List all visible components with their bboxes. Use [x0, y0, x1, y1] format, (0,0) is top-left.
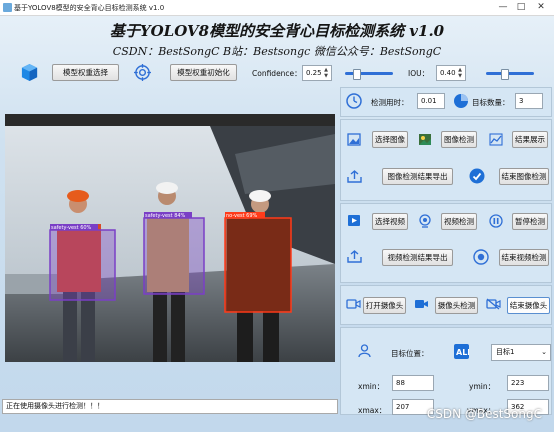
- ymin-field[interactable]: 223: [507, 375, 549, 391]
- detection-label: safety-vest 60%: [51, 225, 92, 231]
- video-icon: [347, 214, 361, 227]
- window-titlebar: 基于YOLOV8模型的安全背心目标检测系统 v1.0 — □ ✕: [0, 0, 554, 16]
- target-select-dropdown[interactable]: 目标1 ⌄: [491, 344, 551, 361]
- video-pane: 选择视频 视频检测 暂停检测 视频检测结果导出 结束视频检测: [340, 203, 552, 283]
- iou-value: 0.40: [440, 69, 456, 77]
- watermark: CSDN @BestSongC: [426, 407, 542, 421]
- image-icon: [347, 133, 361, 146]
- count-field[interactable]: 3: [515, 93, 543, 109]
- stop-circle-icon: [473, 249, 489, 265]
- line-chart-icon: [489, 133, 503, 146]
- detection-box: [49, 229, 116, 301]
- confidence-value: 0.25: [306, 69, 322, 77]
- camera-icon: [346, 298, 361, 310]
- cube-icon: [20, 63, 39, 82]
- model-select-button[interactable]: 模型权重选择: [52, 64, 119, 81]
- confidence-slider[interactable]: [345, 69, 393, 80]
- pause-detect-button[interactable]: 暂停检测: [512, 213, 548, 230]
- iou-slider[interactable]: [486, 69, 534, 80]
- iou-spinbox[interactable]: 0.40 ▲ ▼: [436, 65, 466, 81]
- target-pane: 目标位置： ALL 目标1 ⌄ xmin： 88 ymin： 223 xmax：…: [340, 327, 552, 415]
- status-message: 正在使用摄像头进行检测！！！: [6, 402, 104, 410]
- detection-image-view: safety-vest 60% safety-vest 84% no-vest …: [5, 114, 335, 362]
- maximize-button[interactable]: □: [514, 2, 528, 13]
- webcam-icon: [418, 214, 432, 228]
- camera-off-icon: [486, 298, 501, 310]
- iou-label: IOU：: [408, 69, 430, 78]
- export-video-button[interactable]: 视频检测结果导出: [382, 249, 453, 266]
- svg-text:ALL: ALL: [456, 348, 469, 357]
- image-pane: 选择图像 图像检测 结果展示 图像检测结果导出 结束图像检测: [340, 119, 552, 201]
- ymin-label: ymin：: [469, 382, 496, 391]
- end-video-button[interactable]: 结束视频检测: [499, 249, 549, 266]
- slider-handle[interactable]: [353, 69, 361, 80]
- status-bar: 正在使用摄像头进行检测！！！: [2, 399, 338, 414]
- upload-icon: [347, 170, 362, 183]
- time-field[interactable]: 0.01: [417, 93, 445, 109]
- chevron-down-icon[interactable]: ⌄: [541, 345, 547, 360]
- pie-chart-icon: [453, 93, 469, 109]
- confidence-spinbox[interactable]: 0.25 ▲ ▼: [302, 65, 332, 81]
- open-camera-button[interactable]: 打开摄像头: [363, 297, 406, 314]
- xmax-label: xmax：: [358, 406, 387, 415]
- upload-icon: [347, 250, 362, 263]
- confidence-label: Confidence：: [252, 69, 302, 78]
- slider-handle[interactable]: [501, 69, 510, 80]
- count-label: 目标数量：: [472, 98, 510, 107]
- page-title: 基于YOLOV8模型的安全背心目标检测系统 v1.0: [109, 22, 445, 40]
- camera-pane: 打开摄像头 摄像头检测 结束摄像头: [340, 285, 552, 325]
- target-select-value: 目标1: [496, 348, 515, 356]
- camera-detect-button[interactable]: 摄像头检测: [435, 297, 478, 314]
- page-subtitle: CSDN：BestSongC B站：Bestsongc 微信公众号：BestSo…: [112, 45, 442, 58]
- all-targets-icon: ALL: [454, 344, 469, 359]
- xmin-field[interactable]: 88: [392, 375, 434, 391]
- detection-label: safety-vest 84%: [145, 213, 186, 219]
- app-icon: [3, 3, 12, 12]
- video-camera-icon: [414, 298, 429, 310]
- xmin-label: xmin：: [358, 382, 385, 391]
- pause-icon: [489, 214, 503, 228]
- close-button[interactable]: ✕: [534, 2, 548, 13]
- target-position-label: 目标位置：: [391, 349, 429, 358]
- result-show-button[interactable]: 结果展示: [512, 131, 548, 148]
- model-init-button[interactable]: 模型权重初始化: [170, 64, 237, 81]
- minimize-button[interactable]: —: [496, 2, 510, 13]
- export-image-button[interactable]: 图像检测结果导出: [382, 168, 453, 185]
- select-video-button[interactable]: 选择视频: [372, 213, 408, 230]
- clock-icon: [346, 93, 362, 109]
- check-circle-icon: [469, 168, 485, 184]
- image-detect-icon: [418, 133, 432, 146]
- select-image-button[interactable]: 选择图像: [372, 131, 408, 148]
- spin-arrows-icon[interactable]: ▲ ▼: [322, 67, 330, 79]
- user-icon: [358, 344, 371, 358]
- target-settings-icon: [134, 64, 151, 81]
- time-label: 检测用时：: [371, 98, 409, 107]
- video-detect-button[interactable]: 视频检测: [441, 213, 477, 230]
- end-image-button[interactable]: 结束图像检测: [499, 168, 549, 185]
- stats-pane: 检测用时： 0.01 目标数量： 3: [340, 87, 552, 117]
- detection-label: no-vest 69%: [226, 213, 258, 219]
- spin-arrows-icon[interactable]: ▲ ▼: [456, 67, 464, 79]
- detection-box: [143, 217, 205, 295]
- image-detect-button[interactable]: 图像检测: [441, 131, 477, 148]
- window-title: 基于YOLOV8模型的安全背心目标检测系统 v1.0: [14, 4, 165, 12]
- end-camera-button[interactable]: 结束摄像头: [507, 297, 550, 314]
- scene-image: safety-vest 60% safety-vest 84% no-vest …: [5, 114, 335, 362]
- detection-box: [224, 217, 292, 313]
